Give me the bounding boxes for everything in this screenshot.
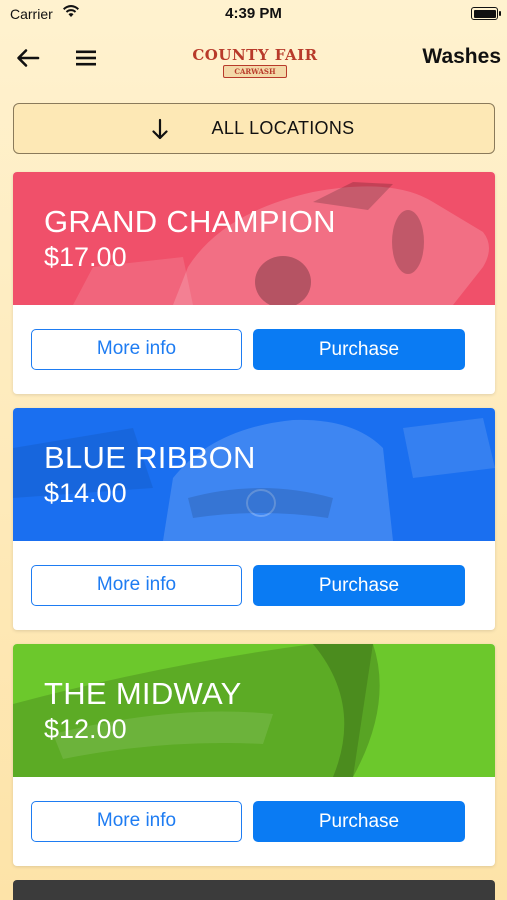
county-fair-logo: COUNTY FAIR CARWASH (190, 40, 320, 80)
back-button[interactable] (12, 42, 44, 74)
purchase-button[interactable]: Purchase (253, 565, 465, 606)
purchase-button[interactable]: Purchase (253, 801, 465, 842)
all-locations-button[interactable]: ALL LOCATIONS (13, 103, 495, 154)
battery-icon (471, 7, 501, 20)
wash-card-partial (13, 880, 495, 900)
wash-card-image: GRAND CHAMPION $17.00 (13, 172, 495, 305)
wash-card-blue-ribbon: BLUE RIBBON $14.00 More info Purchase (13, 408, 495, 630)
wash-card-image: THE MIDWAY $12.00 (13, 644, 495, 777)
more-info-button[interactable]: More info (31, 801, 242, 842)
logo-subtitle: CARWASH (223, 65, 287, 78)
arrow-left-icon (17, 49, 40, 67)
clock: 4:39 PM (225, 5, 282, 22)
location-label: ALL LOCATIONS (211, 118, 355, 138)
purchase-button[interactable]: Purchase (253, 329, 465, 370)
wash-price: $14.00 (44, 478, 127, 508)
wash-card-the-midway: THE MIDWAY $12.00 More info Purchase (13, 644, 495, 866)
hamburger-menu-icon (76, 50, 96, 66)
arrow-down-icon (152, 118, 168, 140)
wash-price: $12.00 (44, 714, 127, 744)
wash-price: $17.00 (44, 242, 127, 272)
wash-card-grand-champion: GRAND CHAMPION $17.00 More info Purchase (13, 172, 495, 394)
menu-button[interactable] (70, 42, 102, 74)
more-info-button[interactable]: More info (31, 565, 242, 606)
wash-name: GRAND CHAMPION (44, 204, 336, 239)
page-title: Washes (422, 45, 501, 68)
navigation-bar: COUNTY FAIR CARWASH Washes (0, 36, 507, 80)
logo-title: COUNTY FAIR (192, 46, 318, 64)
status-bar: Carrier 4:39 PM (0, 0, 507, 28)
more-info-button[interactable]: More info (31, 329, 242, 370)
wash-name: BLUE RIBBON (44, 440, 256, 475)
wash-name: THE MIDWAY (44, 676, 242, 711)
wash-card-image: BLUE RIBBON $14.00 (13, 408, 495, 541)
